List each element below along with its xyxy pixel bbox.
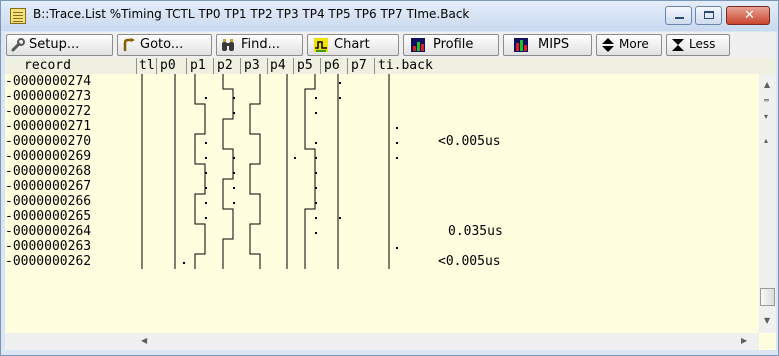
goto-button[interactable]: Goto... [117,34,212,56]
more-button[interactable]: More [596,34,662,56]
waveform-dot [396,157,398,159]
window-title: B::Trace.List %Timing TCTL TP0 TP1 TP2 T… [33,7,470,21]
scroll-down-icon[interactable]: ▼ [764,316,770,325]
profile-label: Profile [433,37,474,52]
scroll-up-small-icon[interactable]: ▾ [764,112,768,121]
mips-label: MIPS [538,37,570,52]
waveform-dot [315,157,317,159]
goto-arrow-icon [123,38,135,51]
waveform-dot [205,142,207,144]
waveform-dot [233,157,235,159]
waveform-dot [315,97,317,99]
waveform-dot [233,187,235,189]
less-label: Less [689,37,716,51]
chart-icon [314,38,328,52]
horizontal-scrollbar[interactable]: ◀ ▶ [137,333,759,350]
goto-label: Goto... [140,37,184,52]
mips-button[interactable]: MIPS [503,34,592,56]
waveform-dot [396,127,398,129]
waveform-p3 [249,74,261,269]
waveform-dot [339,217,341,219]
timing-waveforms [141,74,398,269]
less-button[interactable]: Less [666,34,730,56]
vertical-scroll-thumb[interactable] [760,288,775,306]
waveform-dot [205,202,207,204]
toolbar: Setup... Goto... Find... Chart Profile M… [5,32,776,58]
waveform-dot [233,202,235,204]
scroll-left-icon[interactable]: ◀ [141,336,147,345]
waveform-dot [294,157,296,159]
waveform-dot [315,217,317,219]
scroll-right-icon[interactable]: ▶ [741,336,747,345]
waveform-dot [315,187,317,189]
minimize-icon [675,17,684,19]
minimize-button[interactable] [665,6,692,25]
chart-label: Chart [334,37,370,52]
waveform-dot [315,112,317,114]
trace-list-panel: record tl p0 p1 p2 p3 p4 p5 p6 p7 ti.bac… [5,58,776,350]
trace-list-window: B::Trace.List %Timing TCTL TP0 TP1 TP2 T… [0,0,779,356]
waveform-dot [315,172,317,174]
mips-icon [514,38,528,52]
waveform-dot [339,82,341,84]
waveform-dot [396,247,398,249]
app-icon [10,8,26,24]
maximize-icon [704,11,714,19]
find-button[interactable]: Find... [216,34,303,56]
waveform-dot [233,112,235,114]
profile-icon [411,38,425,52]
waveform-p2 [222,74,234,269]
scroll-up-icon[interactable]: ▲ [764,80,770,89]
wrench-icon [11,38,25,52]
maximize-button[interactable] [695,6,722,25]
waveform-dot [233,172,235,174]
chart-button[interactable]: Chart [307,34,399,56]
waveform-p5 [304,74,316,269]
setup-button[interactable]: Setup... [6,34,113,56]
waveform-dot [205,217,207,219]
status-corner [5,333,137,350]
close-icon: ✕ [744,8,755,23]
waveform-dot [396,142,398,144]
page-up-icon[interactable]: ═ [764,96,769,105]
up-down-arrows-icon [602,38,614,52]
more-label: More [619,37,649,51]
waveform-dot [205,172,207,174]
waveform-dot [205,97,207,99]
profile-button[interactable]: Profile [403,34,499,56]
waveform-dot [315,202,317,204]
close-button[interactable]: ✕ [726,6,770,25]
binoculars-icon [222,39,234,51]
setup-label: Setup... [29,37,80,52]
waveform-dot [233,97,235,99]
waveform-dot [339,97,341,99]
waveform-dot [315,142,317,144]
waveform-dot [315,232,317,234]
scroll-up-alt-icon[interactable]: ▴ [764,136,768,145]
title-bar[interactable]: B::Trace.List %Timing TCTL TP0 TP1 TP2 T… [1,1,778,31]
waveform-p1 [194,74,206,269]
vertical-scrollbar[interactable]: ▲ ═ ▾ ▴ ▼ [759,74,776,333]
waveform-dot [205,187,207,189]
waveform-dot [183,262,185,264]
waveform-dot [205,157,207,159]
hourglass-icon [672,39,684,51]
find-label: Find... [241,37,281,52]
